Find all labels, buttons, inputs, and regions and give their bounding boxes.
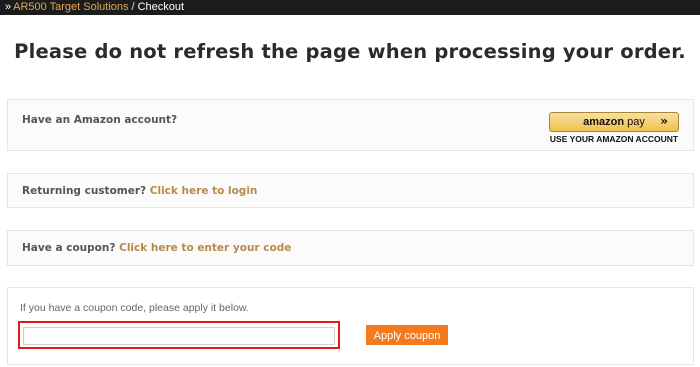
- apply-coupon-button[interactable]: Apply coupon: [366, 325, 448, 345]
- login-link[interactable]: Click here to login: [150, 185, 258, 197]
- coupon-hint: If you have a coupon code, please apply …: [20, 302, 249, 314]
- breadcrumb: » AR500 Target Solutions / Checkout: [0, 0, 700, 15]
- coupon-form: If you have a coupon code, please apply …: [7, 287, 694, 365]
- coupon-prompt: Have a coupon? Click here to enter your …: [22, 242, 292, 254]
- coupon-toggle-link[interactable]: Click here to enter your code: [119, 242, 291, 254]
- amazon-pay-section: Have an Amazon account? amazon pay » USE…: [7, 99, 694, 151]
- amazon-account-prompt: Have an Amazon account?: [22, 114, 178, 126]
- login-section: Returning customer? Click here to login: [7, 173, 694, 208]
- chevron-double-right-icon: »: [660, 114, 668, 128]
- amazon-pay-button[interactable]: amazon pay »: [549, 112, 679, 132]
- page-notice: Please do not refresh the page when proc…: [14, 40, 686, 63]
- breadcrumb-divider: /: [131, 1, 135, 13]
- amazon-pay-caption: USE YOUR AMAZON ACCOUNT: [549, 134, 679, 144]
- breadcrumb-home-link[interactable]: AR500 Target Solutions: [13, 1, 128, 13]
- amazon-pay-logo: amazon pay: [583, 116, 645, 128]
- breadcrumb-current: Checkout: [137, 1, 185, 13]
- coupon-code-input[interactable]: [23, 327, 335, 345]
- coupon-toggle-section: Have a coupon? Click here to enter your …: [7, 230, 694, 266]
- login-prompt: Returning customer? Click here to login: [22, 185, 258, 197]
- coupon-input-highlight: [18, 321, 340, 349]
- double-chevron-icon: »: [5, 1, 12, 13]
